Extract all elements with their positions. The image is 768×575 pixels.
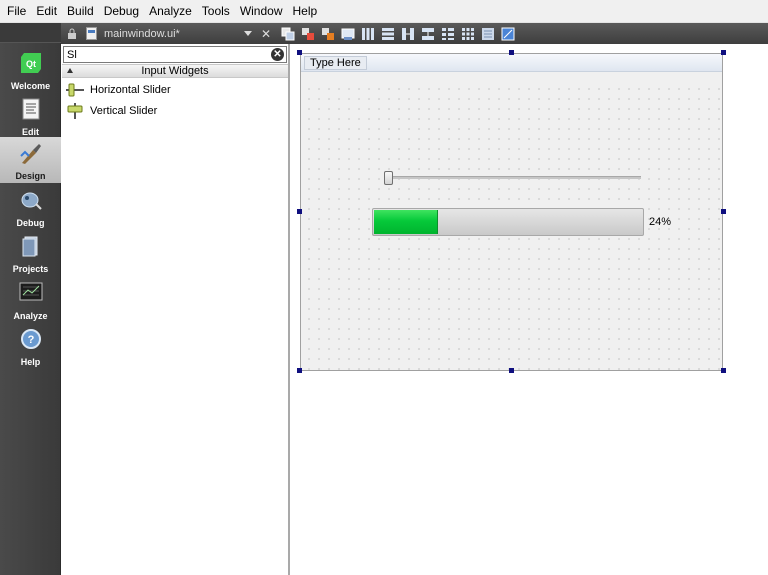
lock-icon [66,28,78,40]
layout-horizontal-icon[interactable] [359,26,377,42]
document-name[interactable]: mainwindow.ui* [104,28,239,40]
mode-label: Help [20,357,41,367]
layout-grid-icon[interactable] [459,26,477,42]
menu-debug[interactable]: Debug [99,0,144,23]
menu-bar: File Edit Build Debug Analyze Tools Wind… [0,0,768,23]
widget-item-horizontal-slider[interactable]: Horizontal Slider [65,80,285,100]
edit-signals-icon[interactable] [299,26,317,42]
design-brush-icon [19,142,43,169]
selection-handle-left[interactable] [297,209,302,214]
clear-filter-icon[interactable]: ✕ [271,48,284,61]
svg-text:?: ? [27,334,34,346]
menu-help[interactable]: Help [288,0,323,23]
menu-tools[interactable]: Tools [197,0,235,23]
selection-handle-top[interactable] [509,50,514,55]
mode-projects[interactable]: Projects [0,230,61,276]
selection-handle-bottom-left[interactable] [297,368,302,373]
qt-logo-icon: Qt [20,52,42,77]
mode-label: Debug [16,218,45,228]
close-document-button[interactable]: ✕ [261,27,271,41]
selection-handle-bottom[interactable] [509,368,514,373]
vertical-slider-icon [65,103,85,119]
selection-handle-top-right[interactable] [721,50,726,55]
mode-welcome[interactable]: Qt Welcome [0,47,61,93]
edit-widgets-icon[interactable] [279,26,297,42]
menu-build[interactable]: Build [62,0,99,23]
mode-label: Design [15,171,46,181]
slider-handle[interactable] [384,171,393,185]
widget-filter-input[interactable] [67,48,267,61]
mode-label: Analyze [13,311,48,321]
mode-bar: Qt Welcome Edit Design Debug Projects An… [0,23,61,575]
mode-label: Projects [12,264,49,274]
help-question-icon: ? [20,328,42,353]
mode-help[interactable]: ? Help [0,323,61,369]
form-menu-bar: Type Here [301,54,722,72]
menu-file[interactable]: File [2,0,31,23]
selection-handle-top-left[interactable] [297,50,302,55]
horizontal-slider-icon [65,82,85,98]
category-title: Input Widgets [141,65,209,77]
analyze-monitor-icon [19,282,43,305]
ui-file-icon [86,27,97,40]
widget-item-vertical-slider[interactable]: Vertical Slider [65,101,285,121]
menu-analyze[interactable]: Analyze [144,0,197,23]
mode-bar-header [0,23,61,43]
widget-box-panel: ✕ Input Widgets Horizontal Slider Vertic… [61,44,290,575]
chevron-down-icon[interactable] [244,30,252,37]
progress-bar-text: 24% [649,216,672,228]
projects-folder-icon [21,235,41,260]
selection-handle-right[interactable] [721,209,726,214]
mode-label: Welcome [10,81,51,91]
mode-design[interactable]: Design [0,137,61,183]
layout-form-icon[interactable] [439,26,457,42]
layout-vsplitter-icon[interactable] [419,26,437,42]
edit-tab-order-icon[interactable] [339,26,357,42]
mode-label: Edit [22,127,39,137]
break-layout-icon[interactable] [479,26,497,42]
menu-edit[interactable]: Edit [31,0,62,23]
category-header[interactable]: Input Widgets [62,64,288,78]
menu-window[interactable]: Window [235,0,288,23]
debug-bug-icon [19,189,43,214]
form-horizontal-slider[interactable] [384,171,641,185]
edit-document-icon [21,98,41,123]
svg-text:Qt: Qt [26,59,36,69]
collapse-arrow-icon[interactable] [67,68,73,73]
editor-toolbar: mainwindow.ui* ✕ [61,23,768,44]
progress-bar-fill [374,210,438,234]
layout-vertical-icon[interactable] [379,26,397,42]
widget-item-label: Vertical Slider [90,105,158,117]
widget-filter: ✕ [63,46,287,63]
form-progress-bar[interactable] [372,208,644,236]
mode-debug[interactable]: Debug [0,184,61,230]
layout-hsplitter-icon[interactable] [399,26,417,42]
slider-groove [384,176,641,179]
mode-edit[interactable]: Edit [0,93,61,139]
type-here-placeholder[interactable]: Type Here [304,56,367,70]
adjust-size-icon[interactable] [499,26,517,42]
edit-buddies-icon[interactable] [319,26,337,42]
widget-item-label: Horizontal Slider [90,84,171,96]
mode-analyze[interactable]: Analyze [0,277,61,323]
selection-handle-bottom-right[interactable] [721,368,726,373]
